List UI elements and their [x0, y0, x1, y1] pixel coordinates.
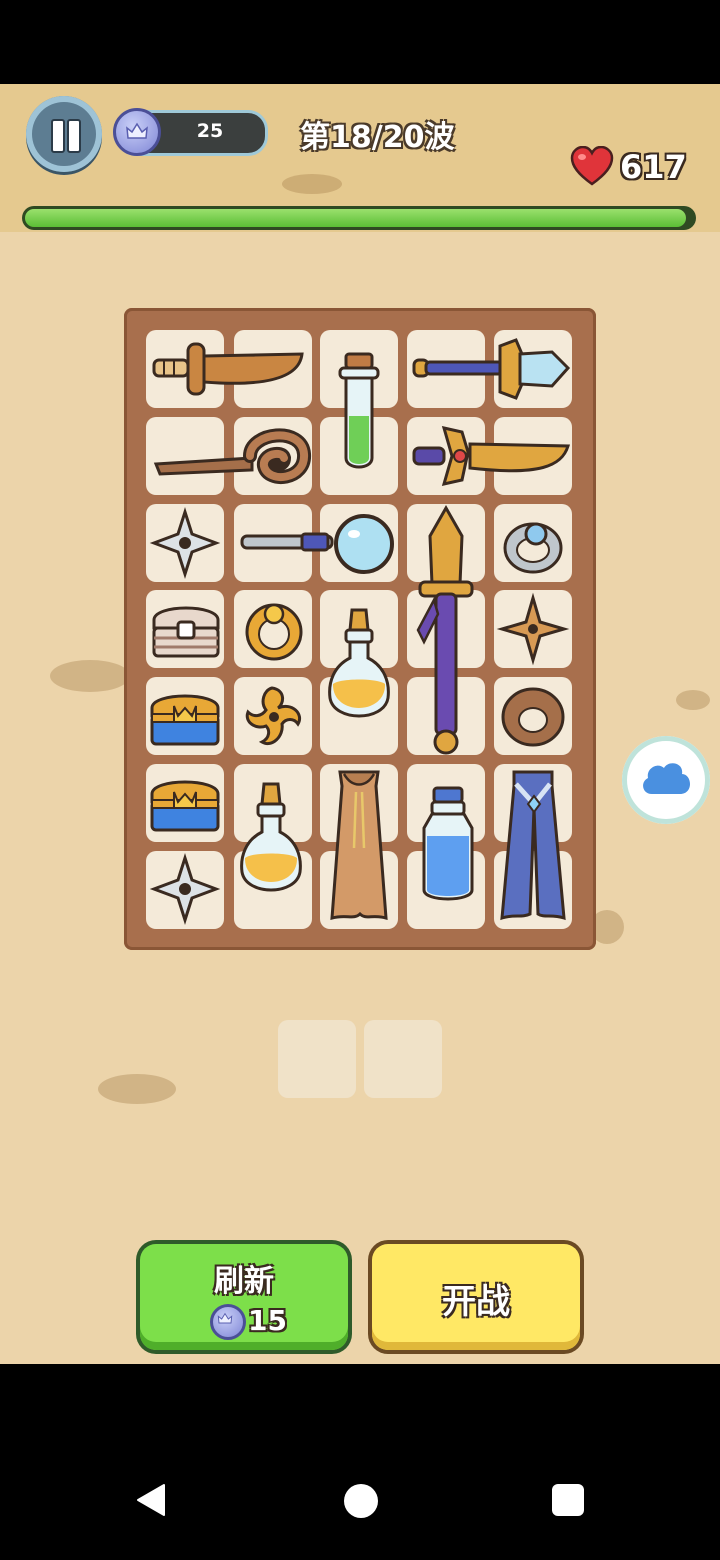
blue-chest-icon[interactable]	[148, 774, 222, 838]
hp-value: 617	[620, 148, 687, 186]
sand-spot	[282, 174, 342, 194]
wave-indicator: 第18/20波	[300, 120, 455, 155]
wave-progress-fill	[25, 209, 687, 227]
sand-spot	[50, 660, 130, 692]
recent-apps-icon[interactable]	[552, 1484, 584, 1516]
golden-dagger-icon[interactable]	[412, 422, 572, 496]
system-nav-bar	[0, 1364, 720, 1560]
top-hud: 25 第18/20波 617	[0, 84, 720, 232]
potion-yellow-icon[interactable]	[326, 608, 392, 738]
sand-spot	[98, 1074, 176, 1104]
inventory-board	[124, 308, 596, 950]
refresh-label: 刷新	[214, 1264, 274, 1299]
pause-button[interactable]	[26, 96, 102, 172]
start-battle-label: 开战	[442, 1282, 510, 1322]
wooden-ring-icon[interactable]	[500, 684, 566, 754]
silver-shuriken-icon[interactable]	[149, 853, 221, 926]
crown-coin-icon	[210, 1304, 246, 1340]
coin-value: 25	[196, 120, 224, 142]
cloud-icon	[643, 763, 690, 794]
status-bar	[0, 0, 720, 84]
coin-counter: 25	[113, 108, 268, 156]
sand-spot	[676, 690, 710, 710]
silver-ring-icon[interactable]	[500, 512, 566, 582]
wooden-chest-icon[interactable]	[150, 600, 222, 664]
bronze-shuriken-icon[interactable]	[496, 592, 570, 666]
empty-slot[interactable]	[278, 1020, 356, 1098]
crown-coin-icon	[113, 108, 161, 156]
cloud-button[interactable]	[622, 736, 710, 824]
gold-shuriken-icon[interactable]	[242, 684, 306, 754]
wooden-hook-staff-icon[interactable]	[152, 424, 311, 498]
bronze-longsword-icon[interactable]	[412, 504, 480, 760]
blue-cloak-icon[interactable]	[494, 768, 572, 932]
start-battle-button[interactable]: 开战	[372, 1244, 580, 1350]
empty-slot[interactable]	[364, 1020, 442, 1098]
blue-chest-icon[interactable]	[148, 688, 222, 752]
refresh-button[interactable]: 刷新 15	[140, 1244, 348, 1350]
potion-yellow-icon[interactable]	[238, 782, 304, 912]
potion-blue-icon[interactable]	[420, 786, 476, 910]
potion-green-icon[interactable]	[334, 352, 384, 478]
wave-progress-bar	[22, 206, 696, 230]
heart-icon	[570, 146, 614, 186]
blue-scepter-icon[interactable]	[412, 334, 572, 408]
refresh-cost-value: 15	[248, 1304, 287, 1337]
back-icon[interactable]	[136, 1483, 166, 1517]
brown-cloak-icon[interactable]	[322, 768, 396, 932]
dagger-icon[interactable]	[152, 338, 308, 404]
gold-ring-icon[interactable]	[242, 598, 306, 666]
magnifier-wand-icon[interactable]	[240, 512, 396, 582]
silver-shuriken-icon[interactable]	[149, 507, 221, 580]
home-icon[interactable]	[344, 1484, 378, 1518]
game-screen: 25 第18/20波 617 刷新 15 开战	[0, 84, 720, 1364]
